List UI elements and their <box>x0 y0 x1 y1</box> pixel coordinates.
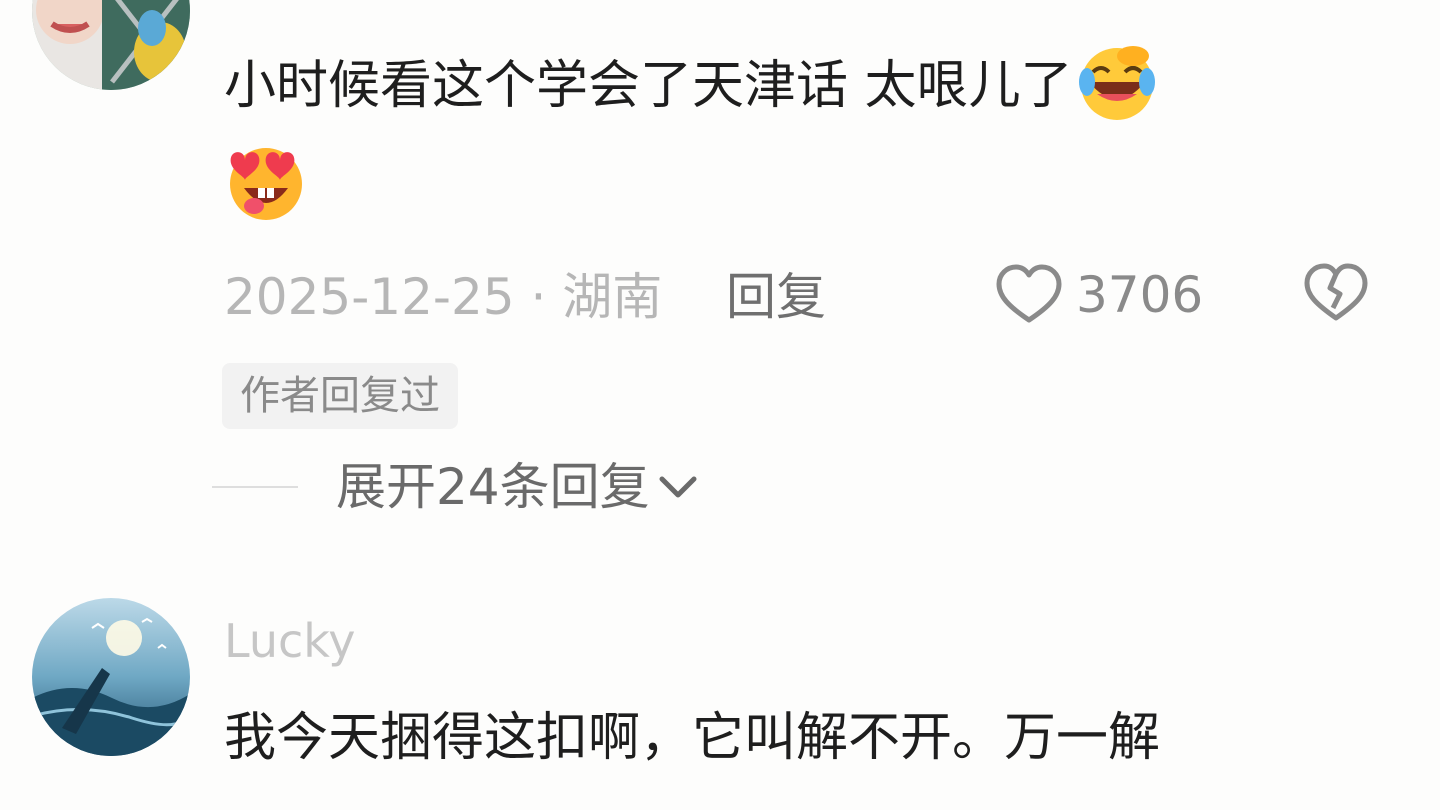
chevron-down-icon <box>656 465 700 509</box>
avatar[interactable] <box>32 598 190 756</box>
expand-replies-label: 展开24条回复 <box>336 458 650 516</box>
comment-text: 小时候看这个学会了天津话 太哏儿了 <box>224 46 1159 126</box>
heart-outline-icon <box>994 262 1064 328</box>
comment-meta: 2025-12-25 · 湖南 <box>224 272 662 322</box>
dislike-button[interactable] <box>1302 262 1370 326</box>
comment-item: 小时候看这个学会了天津话 太哏儿了 2025-12-25 · 湖南 回复 370… <box>0 0 1440 560</box>
comment-text-content: 小时候看这个学会了天津话 太哏儿了 <box>224 56 1073 116</box>
author-replied-badge: 作者回复过 <box>222 363 458 429</box>
avatar[interactable] <box>32 0 190 90</box>
expand-replies-button[interactable]: 展开24条回复 <box>212 462 700 512</box>
comment-text-content: 我今天捆得这扣啊，它叫解不开。万一解 <box>224 708 1161 768</box>
comment-location: 湖南 <box>562 268 663 326</box>
broken-heart-icon <box>1302 262 1370 326</box>
divider-line <box>212 486 298 488</box>
comment-text: 我今天捆得这扣啊，它叫解不开。万一解 <box>224 712 1160 764</box>
comment-date: 2025-12-25 <box>224 268 515 326</box>
meta-separator: · <box>514 268 563 326</box>
comment-item: Lucky 我今天捆得这扣啊，它叫解不开。万一解 <box>0 560 1440 810</box>
comment-username[interactable]: Lucky <box>224 614 356 668</box>
heart-eyes-tongue-emoji <box>224 140 308 224</box>
rolling-laughing-emoji <box>1075 42 1159 126</box>
comment-text-emoji-line <box>224 140 308 224</box>
like-count: 3706 <box>1076 266 1204 324</box>
like-button[interactable]: 3706 <box>994 262 1203 328</box>
reply-button[interactable]: 回复 <box>726 272 826 322</box>
